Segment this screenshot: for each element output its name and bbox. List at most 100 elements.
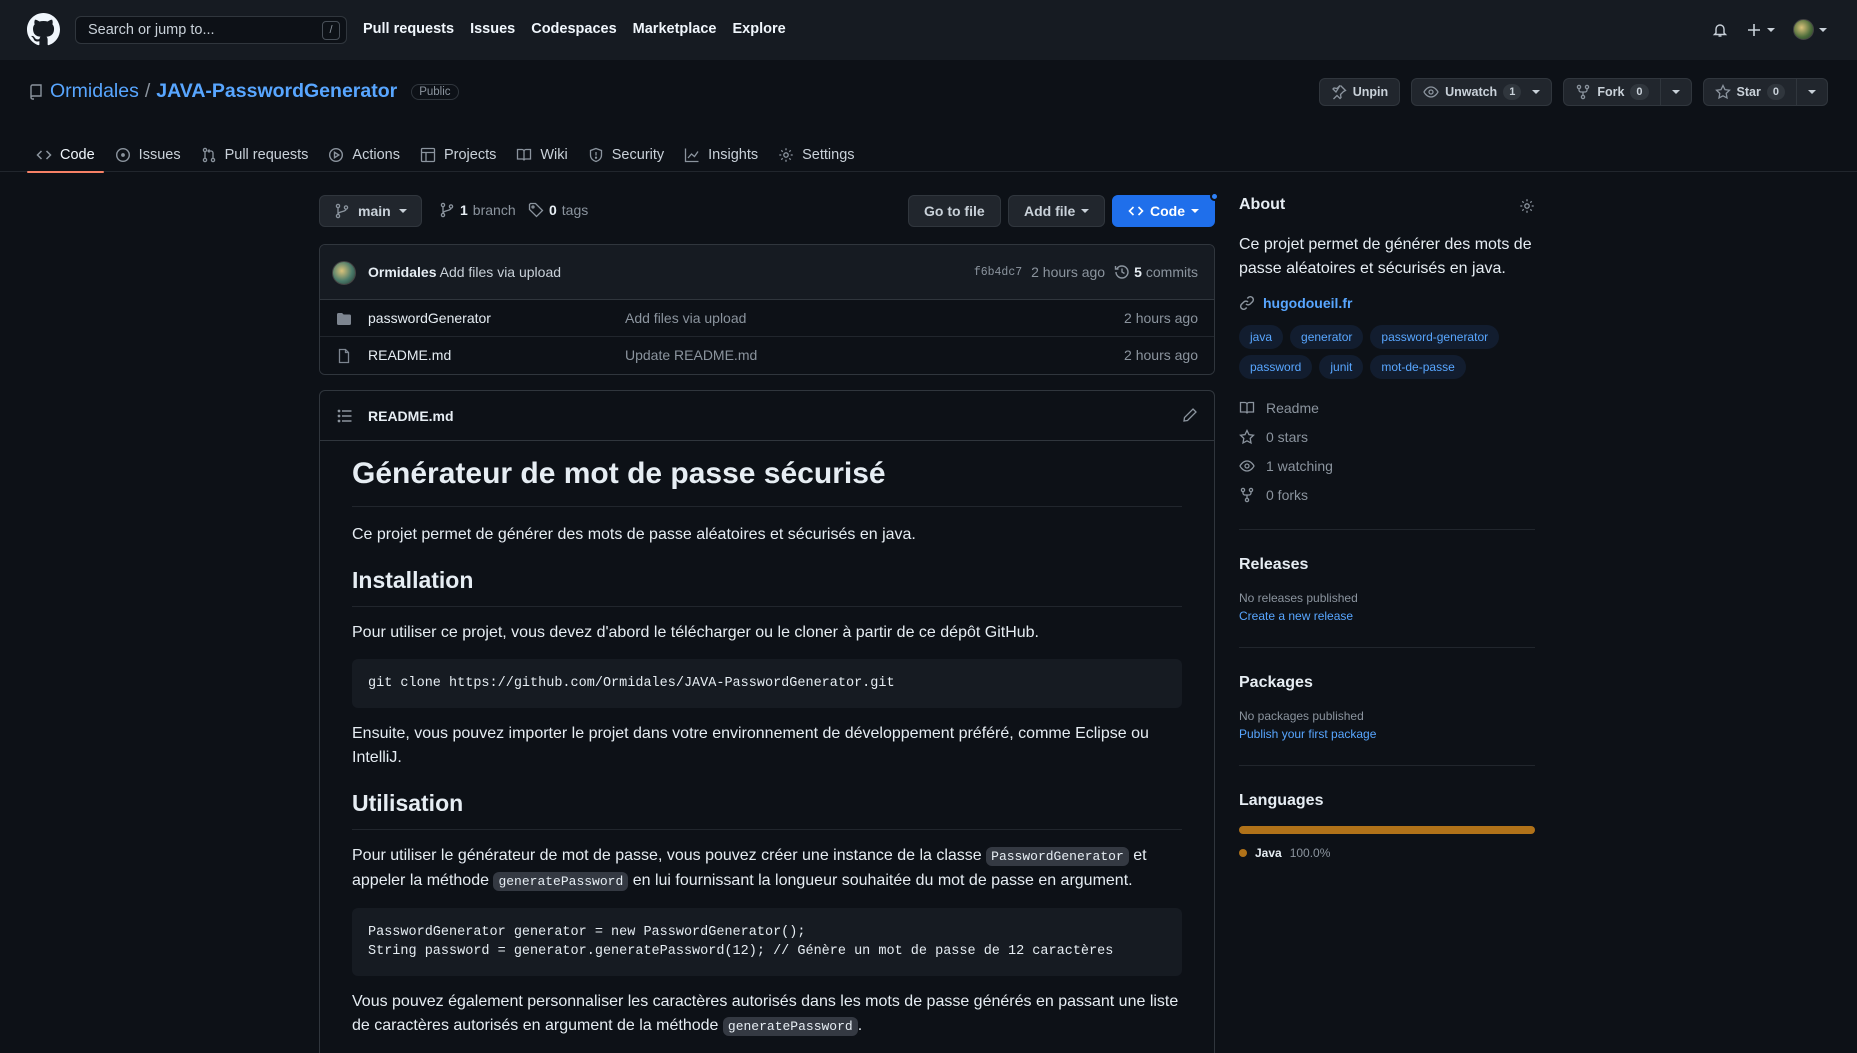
code-block: git clone https://github.com/Ormidales/J…	[352, 659, 1182, 708]
readme-panel: README.md Générateur de mot de passe séc…	[319, 390, 1215, 1053]
fork-label: Fork	[1597, 85, 1625, 99]
tag-icon	[528, 202, 544, 218]
readme-paragraph: Pour utiliser le générateur de mot de pa…	[352, 844, 1182, 894]
tab-insights[interactable]: Insights	[675, 138, 767, 172]
list-icon[interactable]	[337, 408, 353, 424]
branch-count-label: branch	[472, 202, 516, 218]
header-actions	[1712, 19, 1827, 40]
tab-wiki[interactable]: Wiki	[507, 138, 576, 172]
search-input[interactable]: Search or jump to... /	[75, 16, 347, 44]
nav-pull-requests[interactable]: Pull requests	[363, 21, 454, 37]
unpin-button[interactable]: Unpin	[1318, 78, 1401, 106]
commit-sha[interactable]: f6b4dc7	[974, 266, 1022, 279]
topic-tag[interactable]: mot-de-passe	[1370, 355, 1466, 379]
star-icon	[1239, 428, 1255, 444]
tab-settings[interactable]: Settings	[769, 138, 863, 172]
topic-tag[interactable]: generator	[1290, 325, 1364, 349]
watchers-link[interactable]: 1 watching	[1239, 451, 1535, 480]
language-percent: 100.0%	[1289, 846, 1331, 860]
bell-icon[interactable]	[1712, 22, 1728, 38]
commits-link[interactable]: 5 commits	[1114, 264, 1198, 280]
chevron-down-icon	[1671, 90, 1680, 94]
list-item[interactable]: passwordGenerator Add files via upload 2…	[320, 300, 1214, 337]
create-release-link[interactable]: Create a new release	[1239, 609, 1535, 623]
add-file-button[interactable]: Add file	[1008, 195, 1106, 227]
unwatch-button[interactable]: Unwatch 1	[1411, 78, 1553, 106]
repo-stats: Readme 0 stars 1 watching 0 forks	[1239, 393, 1535, 509]
website-link[interactable]: hugodoueil.fr	[1239, 295, 1535, 311]
star-label: Star	[1736, 85, 1761, 99]
issue-icon	[115, 147, 130, 163]
text-span: .	[857, 1017, 863, 1034]
repo-header: Ormidales / JAVA-PasswordGenerator Publi…	[0, 60, 1857, 173]
user-menu[interactable]	[1793, 19, 1827, 40]
file-commit-message[interactable]: Add files via upload	[625, 310, 746, 326]
commit-author[interactable]: Ormidales	[368, 264, 436, 280]
commit-title[interactable]: Add files via upload	[440, 264, 561, 280]
file-name[interactable]: README.md	[368, 347, 451, 363]
topic-tag[interactable]: password	[1239, 355, 1313, 379]
branches-link[interactable]: 1 branch	[439, 202, 516, 218]
repo-name-link[interactable]: JAVA-PasswordGenerator	[156, 80, 397, 103]
language-bar-java	[1239, 826, 1535, 834]
github-logo-icon[interactable]	[27, 13, 60, 46]
tab-label: Insights	[708, 147, 759, 163]
nav-explore[interactable]: Explore	[732, 21, 785, 37]
latest-commit: Ormidales Add files via upload f6b4dc7 2…	[320, 245, 1214, 300]
topic-tag[interactable]: junit	[1319, 355, 1364, 379]
topic-tag[interactable]: java	[1239, 325, 1284, 349]
text-span: en lui fournissant la longueur souhaitée…	[628, 872, 1133, 889]
fork-dropdown[interactable]	[1659, 79, 1691, 105]
tab-code[interactable]: Code	[27, 138, 104, 173]
tags-link[interactable]: 0 tags	[528, 202, 588, 218]
pencil-icon[interactable]	[1182, 407, 1198, 423]
branch-icon	[335, 203, 349, 219]
code-button-label: Code	[1150, 203, 1185, 219]
languages-section: Languages Java 100.0%	[1239, 792, 1535, 860]
branch-bar: main 1 branch 0 tags Go to file Add file…	[319, 192, 1219, 227]
commit-age: 2 hours ago	[1031, 264, 1106, 280]
global-header: Search or jump to... / Pull requests Iss…	[0, 0, 1857, 60]
packages-title[interactable]: Packages	[1239, 674, 1535, 692]
tab-security[interactable]: Security	[579, 138, 673, 172]
commit-count-label: commits	[1145, 264, 1198, 280]
file-name[interactable]: passwordGenerator	[368, 310, 491, 326]
go-to-file-button[interactable]: Go to file	[908, 195, 1001, 227]
nav-marketplace[interactable]: Marketplace	[633, 21, 717, 37]
tab-issues[interactable]: Issues	[106, 138, 190, 172]
commit-message: Ormidales Add files via upload	[368, 264, 561, 280]
gear-icon[interactable]	[1519, 198, 1535, 214]
star-button[interactable]: Star 0	[1702, 78, 1828, 106]
list-item[interactable]: README.md Update README.md 2 hours ago	[320, 337, 1214, 374]
create-new-menu[interactable]	[1746, 22, 1775, 38]
readme-link[interactable]: Readme	[1239, 393, 1535, 422]
unwatch-dropdown[interactable]	[1532, 79, 1551, 105]
file-commit-message[interactable]: Update README.md	[625, 347, 757, 363]
readme-paragraph: Pour utiliser ce projet, vous devez d'ab…	[352, 624, 1039, 641]
code-button[interactable]: Code	[1112, 192, 1219, 227]
releases-title[interactable]: Releases	[1239, 556, 1535, 574]
avatar[interactable]	[332, 261, 356, 285]
topic-tag[interactable]: password-generator	[1370, 325, 1500, 349]
nav-issues[interactable]: Issues	[470, 21, 515, 37]
chevron-down-icon	[1767, 27, 1775, 32]
fork-button[interactable]: Fork 0	[1563, 78, 1692, 106]
branch-selector[interactable]: main	[319, 195, 422, 227]
tab-actions[interactable]: Actions	[319, 138, 409, 172]
stars-link[interactable]: 0 stars	[1239, 422, 1535, 451]
repo-owner-link[interactable]: Ormidales	[50, 80, 139, 103]
forks-link[interactable]: 0 forks	[1239, 480, 1535, 509]
tab-projects[interactable]: Projects	[411, 138, 505, 172]
star-icon	[1714, 84, 1731, 100]
code-icon	[36, 150, 52, 160]
inline-code: PasswordGenerator	[986, 847, 1129, 866]
visibility-badge: Public	[411, 83, 459, 100]
star-dropdown[interactable]	[1796, 79, 1827, 105]
readme-filename[interactable]: README.md	[368, 408, 454, 424]
global-nav: Pull requests Issues Codespaces Marketpl…	[363, 21, 786, 37]
nav-codespaces[interactable]: Codespaces	[531, 21, 616, 37]
publish-package-link[interactable]: Publish your first package	[1239, 727, 1535, 741]
tab-pull-requests[interactable]: Pull requests	[192, 138, 318, 172]
unpin-label: Unpin	[1352, 85, 1389, 99]
language-item[interactable]: Java 100.0%	[1239, 846, 1535, 860]
